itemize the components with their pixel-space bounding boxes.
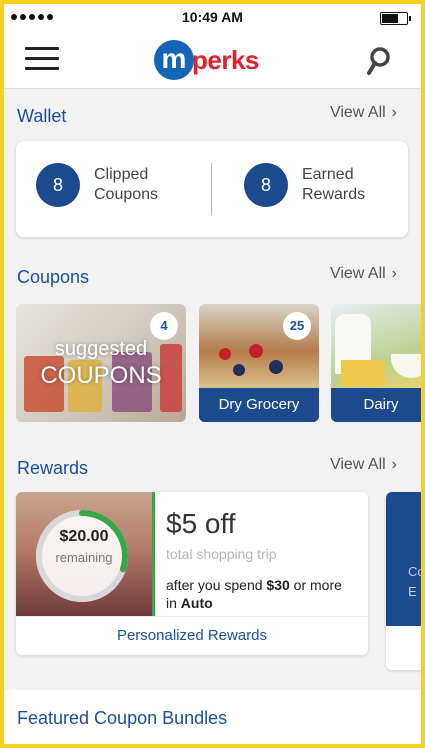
reward-subtitle: total shopping trip [166, 546, 277, 562]
suggested-overlay-line2: COUPONS [40, 362, 162, 389]
wallet-view-all-link[interactable]: View All › [330, 104, 397, 122]
wallet-earned-rewards[interactable]: 8 Earned Rewards [244, 163, 365, 207]
clipped-label: Clipped Coupons [94, 166, 159, 203]
coupon-tile-suggested[interactable]: suggested COUPONS 4 [16, 304, 186, 422]
status-bar: 10:49 AM [4, 4, 421, 30]
coupon-tile-dry-grocery[interactable]: 25 Dry Grocery [199, 304, 319, 422]
wallet-clipped-coupons[interactable]: 8 Clipped Coupons [36, 163, 158, 207]
earned-label: Earned Rewards [302, 166, 366, 203]
view-all-label: View All [329, 456, 386, 473]
logo-m: m [154, 40, 194, 80]
clipped-count: 8 [36, 163, 80, 207]
coupon-count-badge: 4 [150, 312, 178, 340]
reward-condition: after you spend $30 or more in Auto [166, 577, 342, 611]
reward-remaining-label: remaining [55, 550, 113, 565]
view-all-label: View All [329, 265, 386, 282]
chevron-right-icon: › [391, 456, 397, 473]
app-frame: 10:49 AM m perks Wallet View All › 8 Clip… [4, 4, 421, 744]
suggested-overlay-line1: suggested [54, 338, 148, 360]
reward-card-partial-text: CoE [408, 564, 421, 599]
personalized-rewards-link[interactable]: Personalized Rewards [16, 616, 368, 655]
wallet-card: 8 Clipped Coupons 8 Earned Rewards [16, 141, 408, 237]
coupon-label: Dairy [331, 388, 421, 422]
coupon-count-badge: 25 [283, 312, 311, 340]
reward-card[interactable]: $20.00 remaining $5 off total shopping t… [16, 492, 368, 655]
wallet-divider [211, 163, 212, 215]
reward-accent-bar [152, 492, 155, 616]
logo-text: perks [192, 45, 259, 75]
rewards-view-all-link[interactable]: View All › [330, 456, 397, 474]
reward-offer: $5 off [166, 508, 236, 539]
chevron-right-icon: › [391, 265, 397, 282]
reward-card-partial-bg [386, 492, 421, 626]
view-all-label: View All [329, 104, 386, 121]
coupon-tile-dairy[interactable]: Dairy [331, 304, 421, 422]
hamburger-icon[interactable] [25, 47, 59, 71]
featured-title: Featured Coupon Bundles [17, 708, 228, 728]
status-time: 10:49 AM [182, 9, 243, 25]
coupons-view-all-link[interactable]: View All › [330, 265, 397, 283]
reward-amount: $20.00 [59, 528, 109, 545]
battery-icon [380, 12, 411, 25]
search-icon[interactable] [366, 46, 392, 76]
coupon-label: Dry Grocery [199, 388, 319, 422]
mperks-logo: m perks [154, 40, 274, 80]
earned-count: 8 [244, 163, 288, 207]
chevron-right-icon: › [391, 104, 397, 121]
featured-section[interactable]: Featured Coupon Bundles [4, 690, 421, 744]
rewards-title: Rewards [17, 458, 89, 478]
reward-card-partial[interactable]: CoE [386, 492, 421, 670]
coupons-title: Coupons [17, 267, 90, 287]
wallet-title: Wallet [17, 106, 67, 126]
